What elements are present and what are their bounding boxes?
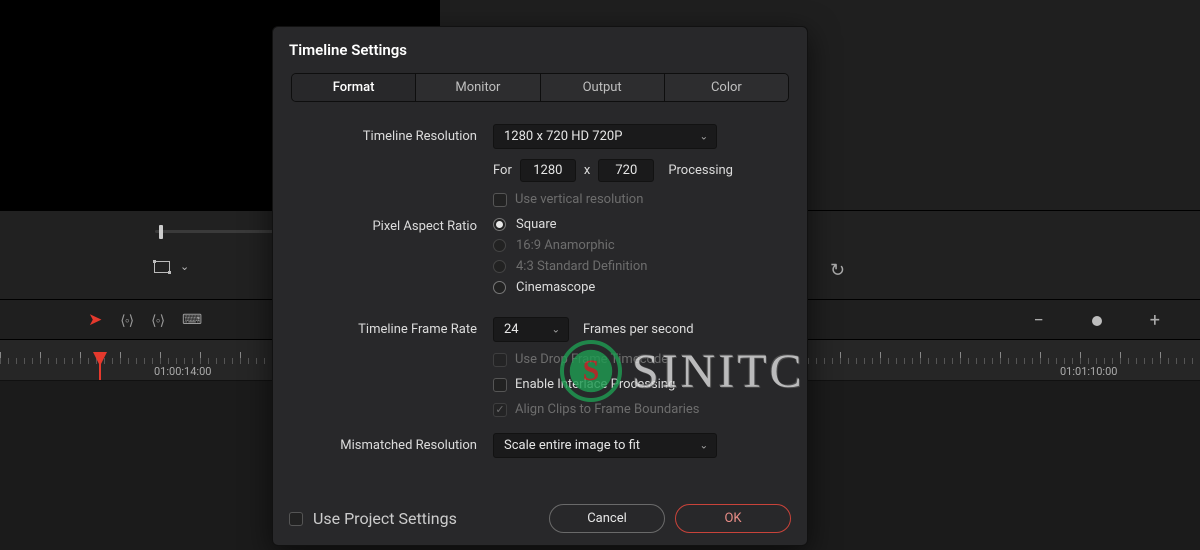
viewer-slider-track[interactable] [155,230,275,233]
timeline-settings-dialog: Timeline Settings Format Monitor Output … [272,26,808,546]
use-project-settings-checkbox[interactable] [289,512,303,526]
par-square-label: Square [516,217,557,232]
fps-label: Frames per second [583,322,694,337]
tab-monitor[interactable]: Monitor [415,74,539,101]
width-field[interactable]: 1280 [520,159,576,182]
loop-icon[interactable]: ↻ [830,260,845,281]
selection-tool-icon[interactable]: ➤ [88,310,102,330]
timecode-label: 01:01:10:00 [1060,365,1117,378]
timecode-label: 01:00:14:00 [154,365,211,378]
trim-out-icon[interactable]: ⟨◦⟩ [151,312,164,329]
dialog-title: Timeline Settings [289,41,791,59]
zoom-out-button[interactable]: − [1033,310,1043,331]
keyboard-icon[interactable]: ⌨ [182,312,201,328]
viewer-slider-handle[interactable] [159,225,163,239]
chevron-down-icon: ⌄ [700,131,708,142]
select-value: 1280 x 720 HD 720P [504,129,622,144]
drop-frame-label: Use Drop Frame Timecode [515,352,668,367]
select-value: Scale entire image to fit [504,438,640,453]
zoom-in-button[interactable]: + [1150,310,1160,331]
height-field[interactable]: 720 [598,159,654,182]
zoom-slider-handle[interactable] [1092,316,1102,326]
zoom-controls: − + [1033,310,1160,331]
for-label: For [493,163,512,178]
align-clips-checkbox [493,403,507,417]
par-169-label: 16:9 Anamorphic [516,238,615,253]
dialog-tabs: Format Monitor Output Color [291,73,789,102]
tab-output[interactable]: Output [540,74,664,101]
use-project-settings-label: Use Project Settings [313,509,457,528]
use-vertical-label: Use vertical resolution [515,192,643,207]
timeline-resolution-label: Timeline Resolution [289,129,493,144]
par-43-radio [493,260,506,273]
chevron-down-icon: ⌄ [552,324,560,335]
align-clips-label: Align Clips to Frame Boundaries [515,402,699,417]
tab-format[interactable]: Format [292,74,415,101]
pixel-aspect-ratio-label: Pixel Aspect Ratio [289,217,493,234]
select-value: 24 [504,322,519,337]
ok-button[interactable]: OK [675,504,791,533]
edit-tools-row: ➤ ⟨◦⟩ ⟨◦⟩ ⌨ [88,310,201,330]
transform-icon[interactable] [154,261,170,273]
processing-label: Processing [668,163,733,178]
transform-tool-group: ⌄ [154,260,189,273]
mismatched-resolution-label: Mismatched Resolution [289,438,493,453]
frame-rate-select[interactable]: 24 ⌄ [493,317,569,342]
trim-in-icon[interactable]: ⟨◦⟩ [120,312,133,329]
timeline-frame-rate-label: Timeline Frame Rate [289,322,493,337]
par-43-label: 4:3 Standard Definition [516,259,647,274]
mismatched-resolution-select[interactable]: Scale entire image to fit ⌄ [493,433,717,458]
drop-frame-checkbox [493,353,507,367]
chevron-down-icon[interactable]: ⌄ [180,260,189,273]
x-label: x [584,163,590,178]
par-169-radio [493,239,506,252]
use-vertical-checkbox[interactable] [493,193,507,207]
interlace-checkbox[interactable] [493,378,507,392]
par-square-radio[interactable] [493,218,506,231]
par-cinemascope-label: Cinemascope [516,280,595,295]
interlace-label: Enable Interlace Processing [515,377,675,392]
par-cinemascope-radio[interactable] [493,281,506,294]
timeline-resolution-select[interactable]: 1280 x 720 HD 720P ⌄ [493,124,717,149]
tab-color[interactable]: Color [664,74,788,101]
chevron-down-icon: ⌄ [700,440,708,451]
cancel-button[interactable]: Cancel [549,504,665,533]
